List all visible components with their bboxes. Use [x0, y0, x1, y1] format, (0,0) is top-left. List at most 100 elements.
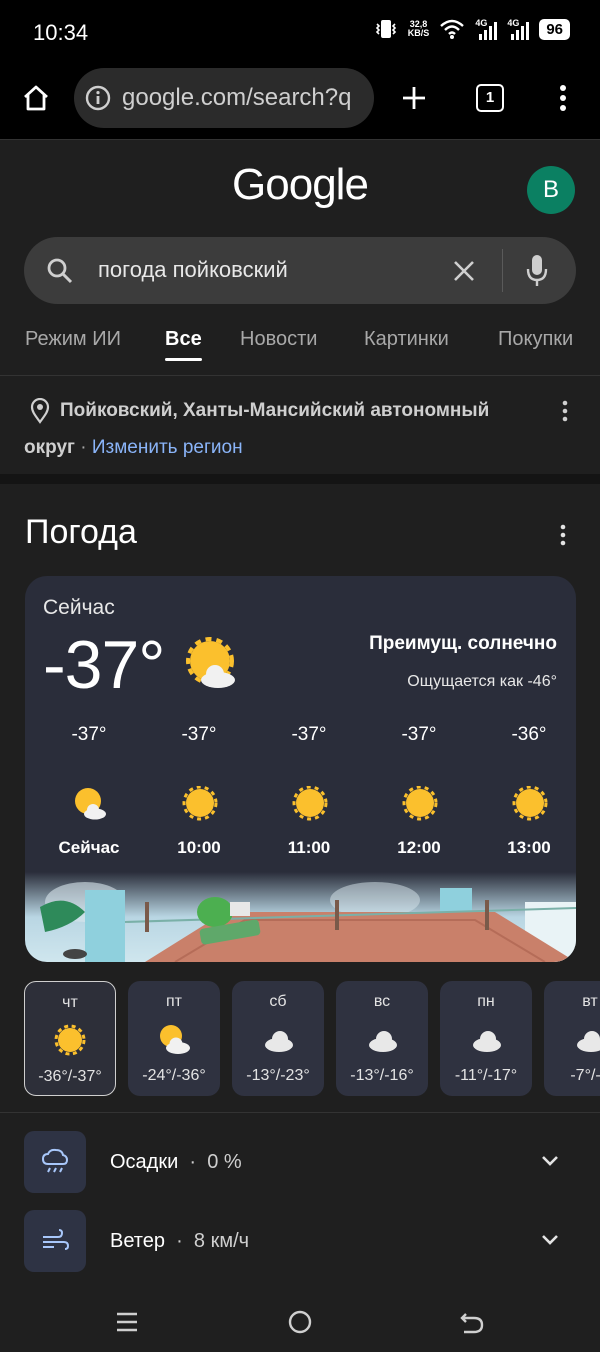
hour-label: 10:00	[177, 838, 221, 857]
section-divider	[0, 474, 600, 484]
divider	[0, 1112, 600, 1113]
wind-icon	[24, 1210, 86, 1272]
tab-news[interactable]: Новости	[240, 328, 317, 351]
day-forecast[interactable]: пт -24°/-36°	[128, 981, 220, 1096]
precipitation-icon	[24, 1131, 86, 1193]
signal-icon: 4G	[475, 18, 498, 40]
tab-switcher-button[interactable]: 1	[470, 78, 510, 118]
browser-menu-button[interactable]	[543, 78, 583, 118]
change-region-link[interactable]: Изменить регион	[92, 437, 243, 458]
search-divider	[502, 249, 503, 292]
close-icon	[454, 261, 474, 281]
day-forecast[interactable]: вс -13°/-16°	[336, 981, 428, 1096]
day-name: вт	[582, 993, 598, 1010]
new-tab-button[interactable]	[394, 78, 434, 118]
sun-icon	[402, 786, 438, 821]
tab-ai-mode[interactable]: Режим ИИ	[25, 328, 121, 351]
search-box[interactable]: погода пойковский	[24, 237, 576, 304]
chevron-down-icon	[542, 1156, 558, 1166]
precipitation-text: Осадки · 0 %	[110, 1151, 242, 1173]
current-temperature: -37°	[43, 627, 165, 703]
wind-row[interactable]: Ветер · 8 км/ч	[24, 1210, 576, 1272]
wind-text: Ветер · 8 км/ч	[110, 1230, 250, 1252]
sun-cloud-icon	[75, 788, 106, 820]
day-temps: -7°/-1	[570, 1067, 600, 1084]
battery-indicator: 96	[539, 18, 570, 40]
address-bar[interactable]: google.com/search?q	[74, 68, 374, 128]
sun-icon	[292, 786, 328, 821]
microphone-icon	[526, 255, 548, 286]
location-region: округ	[24, 437, 75, 458]
back-arrow-icon	[460, 1313, 484, 1334]
back-button[interactable]	[458, 1308, 488, 1338]
weather-illustration	[25, 872, 576, 962]
tab-shopping[interactable]: Покупки	[498, 328, 573, 351]
home-button[interactable]	[16, 78, 56, 118]
hour-label: 11:00	[287, 838, 331, 857]
precipitation-row[interactable]: Осадки · 0 %	[24, 1131, 576, 1193]
status-time: 10:34	[33, 20, 89, 45]
day-forecast[interactable]: сб -13°/-23°	[232, 981, 324, 1096]
day-temps: -13°/-23°	[246, 1067, 310, 1084]
tab-images[interactable]: Картинки	[364, 328, 449, 351]
wifi-icon	[440, 19, 465, 39]
cloud-icon	[265, 1031, 293, 1052]
status-icons: 32,8 KB/S 4G 4G 96	[374, 18, 570, 40]
feels-like: Ощущается как -46°	[407, 673, 557, 690]
day-name: вс	[373, 993, 391, 1010]
home-icon	[24, 85, 48, 111]
day-name: пт	[166, 993, 182, 1010]
day-name: чт	[62, 994, 78, 1011]
day-temps: -13°/-16°	[350, 1067, 414, 1084]
speed-unit: KB/S	[407, 28, 430, 38]
info-icon	[85, 85, 111, 111]
browser-toolbar: google.com/search?q 1	[0, 64, 600, 140]
search-query[interactable]: погода пойковский	[98, 257, 288, 283]
location-menu-button[interactable]	[562, 400, 570, 422]
location-pin-icon	[30, 398, 50, 424]
account-avatar[interactable]: B	[527, 166, 575, 214]
status-bar: 10:34 32,8 KB/S 4G 4G 96	[0, 0, 600, 64]
sun-cloud-icon	[186, 637, 235, 688]
cloud-icon	[473, 1031, 501, 1052]
day-forecast[interactable]: пн -11°/-17°	[440, 981, 532, 1096]
sun-cloud-icon	[160, 1025, 190, 1054]
weather-title: Погода	[25, 513, 137, 551]
day-temps: -24°/-36°	[142, 1067, 206, 1084]
location-separator: ·	[80, 437, 87, 458]
more-vert-icon	[562, 400, 568, 422]
cloud-icon	[577, 1031, 600, 1052]
more-vert-icon	[560, 85, 566, 111]
search-icon	[47, 258, 73, 284]
detail-label: Осадки	[110, 1151, 179, 1173]
hour-temp: -37°	[401, 724, 437, 745]
sun-icon	[54, 1024, 86, 1056]
search-tabs: Режим ИИ Все Новости Картинки Покупки	[0, 326, 600, 376]
weather-condition: Преимущ. солнечно	[369, 633, 557, 654]
detail-value: 8 км/ч	[193, 1230, 250, 1252]
vibrate-icon	[375, 20, 396, 38]
clear-search-button[interactable]	[452, 259, 476, 283]
hour-temp: -37°	[181, 724, 217, 745]
tab-all[interactable]: Все	[165, 328, 202, 361]
network-speed: 32,8 KB/S	[408, 20, 430, 38]
location-name: Пойковский, Ханты-Мансийский автономный	[60, 400, 490, 421]
system-nav-bar	[0, 1290, 600, 1352]
more-vert-icon	[560, 524, 566, 546]
location-line2: округ · Изменить регион	[24, 437, 243, 459]
hour-label: 12:00	[397, 838, 441, 857]
weather-menu-button[interactable]	[560, 524, 570, 548]
sun-icon	[182, 786, 218, 821]
cloud-icon	[369, 1031, 397, 1052]
voice-search-button[interactable]	[526, 254, 548, 288]
hour-temp: -36°	[511, 724, 547, 745]
menu-icon	[117, 1312, 137, 1332]
day-forecast[interactable]: чт -36°/-37°	[24, 981, 116, 1096]
url-text: google.com/search?q	[122, 84, 352, 111]
detail-value: 0 %	[207, 1151, 242, 1173]
google-logo[interactable]: Google	[0, 160, 600, 210]
day-forecast[interactable]: вт -7°/-1	[544, 981, 600, 1096]
home-nav-button[interactable]	[286, 1308, 316, 1338]
now-label: Сейчас	[43, 596, 115, 619]
recents-button[interactable]	[113, 1308, 143, 1338]
